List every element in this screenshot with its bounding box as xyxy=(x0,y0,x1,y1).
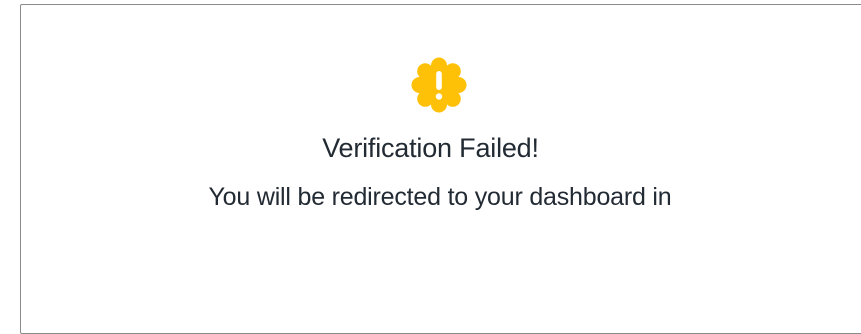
verification-content: Verification Failed! You will be redirec… xyxy=(0,0,861,323)
redirect-message: You will be redirected to your dashboard… xyxy=(208,183,672,211)
warning-badge-icon xyxy=(411,57,467,113)
page-title: Verification Failed! xyxy=(322,133,539,163)
